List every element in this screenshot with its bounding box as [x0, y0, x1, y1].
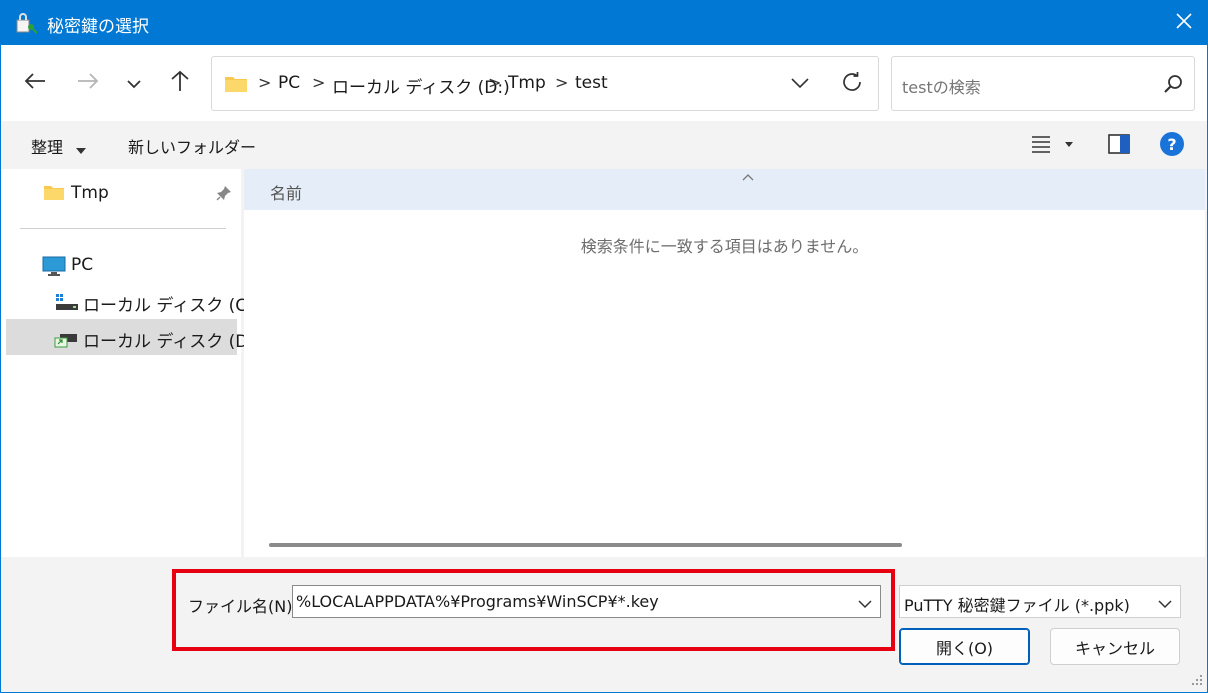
organize-menu[interactable]: 整理	[31, 134, 87, 158]
up-button[interactable]	[164, 65, 196, 101]
breadcrumb-separator: >	[312, 73, 326, 92]
sidebar-item-label: Tmp	[71, 183, 109, 203]
breadcrumb-separator: >	[258, 73, 272, 92]
search-box[interactable]: testの検索	[891, 56, 1195, 111]
back-button[interactable]	[19, 65, 51, 101]
folder-icon	[43, 184, 65, 205]
arrow-left-icon	[24, 72, 46, 94]
refresh-icon[interactable]	[840, 70, 864, 98]
column-header-name[interactable]: 名前	[244, 169, 1205, 210]
column-header-label: 名前	[270, 184, 303, 203]
new-folder-button[interactable]: 新しいフォルダー	[128, 134, 256, 158]
sidebar-item-label: PC	[71, 255, 94, 275]
breadcrumb-tmp[interactable]: Tmp	[508, 73, 546, 93]
file-list[interactable]: 名前 検索条件に一致する項目はありません。	[244, 169, 1205, 557]
arrow-right-icon	[77, 72, 99, 94]
navigation-bar: > PC > ローカル ディスク (D:) > Tmp > test testの…	[1, 45, 1207, 121]
command-bar: 整理 新しいフォルダー ?	[1, 121, 1207, 169]
breadcrumb-drive-d[interactable]: ローカル ディスク (D:)	[332, 73, 510, 98]
address-bar[interactable]: > PC > ローカル ディスク (D:) > Tmp > test	[211, 56, 879, 111]
sidebar-item-pc[interactable]: PC	[1, 247, 237, 283]
view-options-button[interactable]	[1031, 135, 1077, 157]
file-open-dialog: 秘密鍵の選択 > PC > ローカル ディスク (D:) > Tmp > tes…	[0, 0, 1208, 693]
preview-pane-icon	[1108, 134, 1130, 158]
navigation-pane: Tmp PC ローカル ディスク (C:) ローカル ディスク (D:)	[1, 169, 261, 557]
recent-locations-button[interactable]	[118, 65, 150, 101]
pin-icon[interactable]	[216, 185, 232, 205]
drive-icon	[54, 330, 78, 352]
sort-ascending-icon	[741, 167, 755, 186]
sidebar-item-drive-d[interactable]: ローカル ディスク (D:)	[6, 319, 261, 355]
monitor-icon	[42, 256, 66, 280]
title-bar: 秘密鍵の選択	[1, 1, 1207, 45]
breadcrumb-pc[interactable]: PC	[278, 73, 300, 93]
list-view-icon	[1031, 136, 1077, 157]
key-app-icon	[14, 11, 38, 35]
drive-icon	[55, 292, 79, 316]
preview-pane-button[interactable]	[1108, 134, 1130, 158]
address-dropdown-icon[interactable]	[790, 74, 810, 93]
filetype-value: PuTTY 秘密鍵ファイル (*.ppk)	[904, 596, 1130, 615]
sidebar-item-label: ローカル ディスク (D:)	[83, 332, 261, 352]
chevron-down-icon	[126, 74, 142, 93]
search-icon	[1164, 74, 1184, 98]
breadcrumb-separator: >	[488, 73, 502, 92]
svg-text:?: ?	[1167, 135, 1176, 154]
breadcrumb-separator: >	[555, 73, 569, 92]
sidebar-item-tmp[interactable]: Tmp	[1, 175, 237, 211]
arrow-up-icon	[170, 70, 190, 96]
breadcrumb-test[interactable]: test	[575, 73, 608, 93]
close-icon	[1176, 13, 1192, 33]
help-icon: ?	[1159, 132, 1185, 161]
window-title: 秘密鍵の選択	[47, 17, 149, 37]
sidebar-item-drive-c[interactable]: ローカル ディスク (C:)	[1, 283, 259, 319]
highlight-box	[172, 569, 895, 651]
forward-button[interactable]	[72, 65, 104, 101]
horizontal-scrollbar[interactable]	[269, 543, 902, 547]
sidebar-divider	[20, 228, 226, 229]
help-button[interactable]: ?	[1159, 131, 1185, 161]
dialog-footer: ファイル名(N): PuTTY 秘密鍵ファイル (*.ppk) 開く(O) キャ…	[1, 557, 1207, 692]
sidebar-item-label: ローカル ディスク (C:)	[83, 296, 260, 316]
search-placeholder: testの検索	[902, 78, 981, 97]
caret-down-icon	[76, 139, 87, 158]
chevron-down-icon	[1158, 594, 1172, 613]
filetype-select[interactable]: PuTTY 秘密鍵ファイル (*.ppk)	[899, 585, 1181, 618]
empty-message: 検索条件に一致する項目はありません。	[580, 237, 869, 256]
close-button[interactable]	[1161, 1, 1207, 45]
folder-icon	[224, 74, 248, 97]
cancel-button[interactable]: キャンセル	[1050, 628, 1180, 665]
open-button[interactable]: 開く(O)	[899, 628, 1030, 665]
resize-grip-icon[interactable]	[1191, 671, 1203, 690]
organize-label: 整理	[31, 138, 64, 157]
